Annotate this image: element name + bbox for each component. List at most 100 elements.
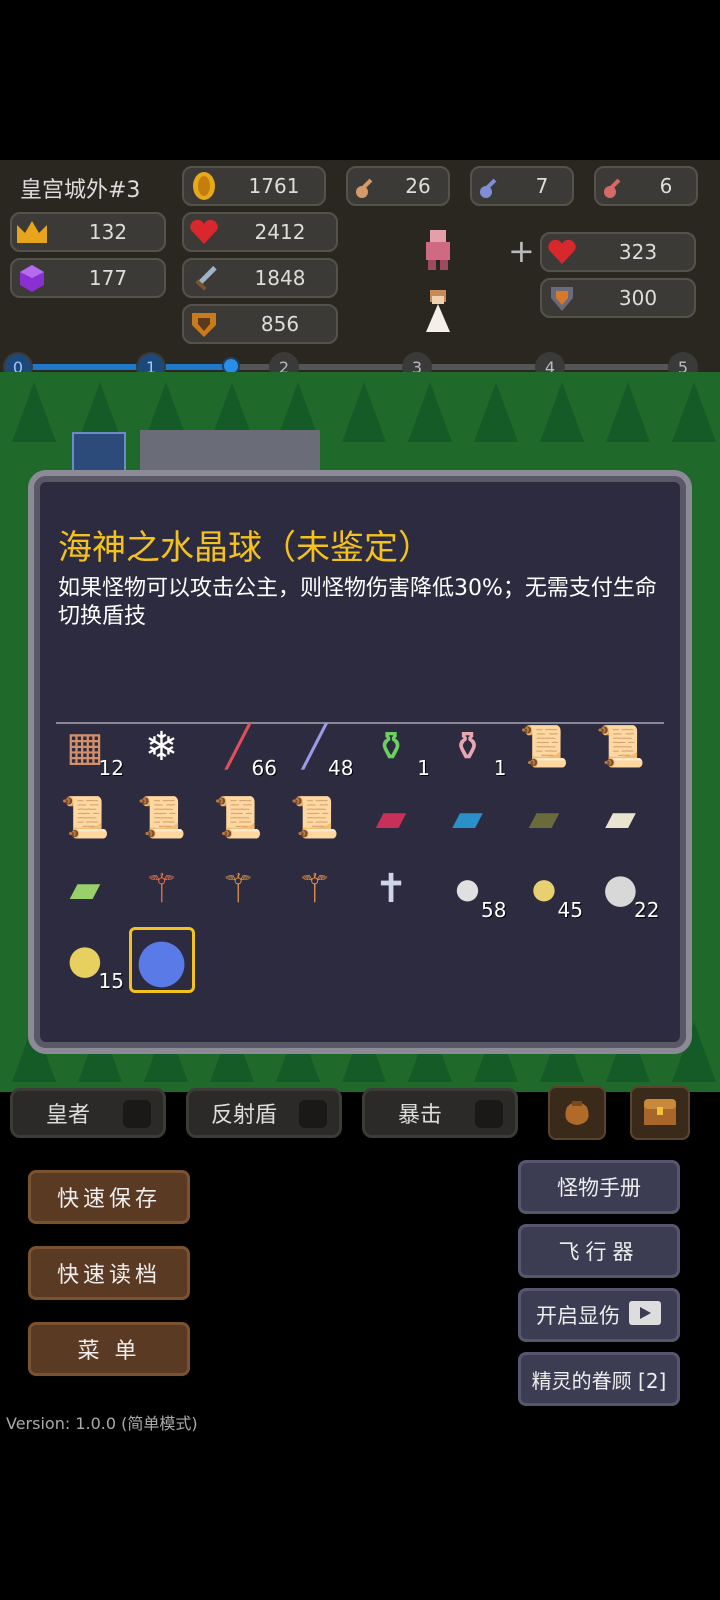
- red-potion-icon: ╱: [225, 724, 251, 770]
- inventory-item[interactable]: ⚚: [282, 856, 348, 922]
- bronze-key-icon: [348, 172, 388, 200]
- inventory-item[interactable]: ⚱ 1: [358, 714, 430, 780]
- bronze-key-counter: 26: [346, 166, 450, 206]
- inventory-item[interactable]: ╱ 48: [282, 714, 353, 780]
- pine-tree: [540, 382, 584, 442]
- olive-book-icon: ▰: [528, 795, 560, 841]
- crystal-ball-icon: ●: [135, 925, 188, 995]
- inventory-item[interactable]: ●: [128, 925, 195, 995]
- skill-toggle-reflect-shield[interactable]: 反射盾: [186, 1088, 342, 1138]
- inventory-item[interactable]: ▰: [358, 785, 424, 851]
- inventory-item[interactable]: ▰: [588, 785, 654, 851]
- inventory-item[interactable]: ● 58: [435, 856, 506, 922]
- skill-toggle-critical[interactable]: 暴击: [362, 1088, 518, 1138]
- inventory-item[interactable]: ⚚: [205, 856, 271, 922]
- inventory-item[interactable]: 📜: [588, 714, 654, 780]
- version-text: Version: 1.0.0 (简单模式): [6, 1414, 198, 1433]
- monster-book-button[interactable]: 怪物手册: [518, 1160, 680, 1214]
- green-flask-icon: ⚱: [374, 724, 408, 770]
- inventory-item[interactable]: ╱ 66: [205, 714, 277, 780]
- show-damage-label: 开启显伤: [536, 1304, 620, 1328]
- inventory-item[interactable]: ● 45: [511, 856, 583, 922]
- inventory-item[interactable]: 📜: [205, 785, 271, 851]
- heart-icon: [184, 218, 224, 246]
- pine-tree: [672, 382, 716, 442]
- item-title: 海神之水晶球（未鉴定）: [58, 528, 432, 568]
- gold-value: 1761: [248, 174, 300, 198]
- inventory-item[interactable]: ▰: [511, 785, 577, 851]
- hero-sprite: [418, 228, 458, 276]
- show-damage-button[interactable]: 开启显伤: [518, 1288, 680, 1342]
- quick-load-button[interactable]: 快速读档: [28, 1246, 190, 1300]
- inventory-item[interactable]: ▦ 12: [52, 714, 124, 780]
- bronze-key-value: 26: [405, 174, 431, 198]
- inventory-item[interactable]: ✝: [358, 856, 424, 922]
- skill-toggle-king[interactable]: 皇者: [10, 1088, 166, 1138]
- chest-button[interactable]: [630, 1086, 690, 1140]
- skill-label: 反射盾: [210, 1103, 277, 1128]
- gem-counter: 177: [10, 258, 166, 298]
- defense-value: 856: [260, 312, 300, 336]
- scroll-tan-icon: 📜: [595, 724, 646, 770]
- blue-key-counter: 7: [470, 166, 574, 206]
- skill-label: 皇者: [45, 1103, 90, 1128]
- blue-key-icon: [472, 172, 512, 200]
- checkbox[interactable]: [299, 1100, 327, 1128]
- level-counter: 132: [10, 212, 166, 252]
- hp-value: 2412: [254, 220, 306, 244]
- inventory-item[interactable]: ● 22: [588, 856, 659, 922]
- inventory-item[interactable]: ▰: [435, 785, 501, 851]
- crown-icon: [12, 219, 52, 245]
- princess-hp-counter: 323: [540, 232, 696, 272]
- quick-save-button[interactable]: 快速保存: [28, 1170, 190, 1224]
- purple-gem-icon: [12, 263, 52, 293]
- snowflake-crystal-icon: ❄: [144, 724, 179, 770]
- princess-defense-value: 300: [618, 286, 658, 310]
- silver-coin-large-icon: ●: [603, 866, 638, 912]
- inventory-item[interactable]: 📜: [511, 714, 577, 780]
- defense-counter: 856: [182, 304, 338, 344]
- red-key-icon: [596, 172, 636, 200]
- scroll-pink-icon: 📜: [213, 795, 263, 841]
- princess-sprite: [420, 288, 456, 336]
- shield-icon: [184, 309, 224, 339]
- inventory-item[interactable]: 📜: [129, 785, 195, 851]
- inventory-item[interactable]: 📜: [282, 785, 348, 851]
- checkbox[interactable]: [475, 1100, 503, 1128]
- menu-button[interactable]: 菜 单: [28, 1322, 190, 1376]
- fairy-favor-button[interactable]: 精灵的眷顾 [2]: [518, 1352, 680, 1406]
- inventory-item[interactable]: ● 15: [52, 927, 124, 993]
- red-book-icon: ▰: [375, 795, 407, 841]
- flyer-button[interactable]: 飞行器: [518, 1224, 680, 1278]
- video-icon: [628, 1300, 662, 1331]
- inventory-item[interactable]: ⚱ 1: [435, 714, 507, 780]
- bag-button[interactable]: [548, 1086, 606, 1140]
- pine-tree: [408, 382, 452, 442]
- item-count: 48: [328, 756, 354, 780]
- item-count: 22: [634, 898, 660, 922]
- round-shield-icon: [542, 283, 582, 313]
- blue-key-value: 7: [535, 174, 549, 198]
- red-key-value: 6: [659, 174, 673, 198]
- scroll-purple-icon: 📜: [136, 795, 187, 841]
- pine-tree: [606, 382, 650, 442]
- pine-tree: [342, 382, 386, 442]
- hp-counter: 2412: [182, 212, 338, 252]
- inventory-item[interactable]: ⚚: [129, 856, 195, 922]
- level-value: 132: [88, 220, 128, 244]
- inventory-item[interactable]: ▰: [52, 856, 118, 922]
- blue-potion-icon: ╱: [302, 724, 327, 770]
- skill-label: 暴击: [397, 1103, 442, 1128]
- green-book-icon: ▰: [69, 866, 101, 912]
- white-book-icon: ▰: [605, 795, 636, 841]
- blue-book-icon: ▰: [452, 795, 483, 841]
- item-count: 45: [557, 898, 583, 922]
- floor-name: 皇宫城外#3: [20, 178, 141, 203]
- checkbox[interactable]: [123, 1100, 151, 1128]
- sword-icon: [184, 263, 224, 293]
- inventory-item[interactable]: ❄: [129, 714, 195, 780]
- inventory-item[interactable]: 📜: [52, 785, 118, 851]
- item-count: 1: [417, 756, 430, 780]
- item-count: 66: [251, 756, 277, 780]
- pink-flask-icon: ⚱: [450, 724, 485, 770]
